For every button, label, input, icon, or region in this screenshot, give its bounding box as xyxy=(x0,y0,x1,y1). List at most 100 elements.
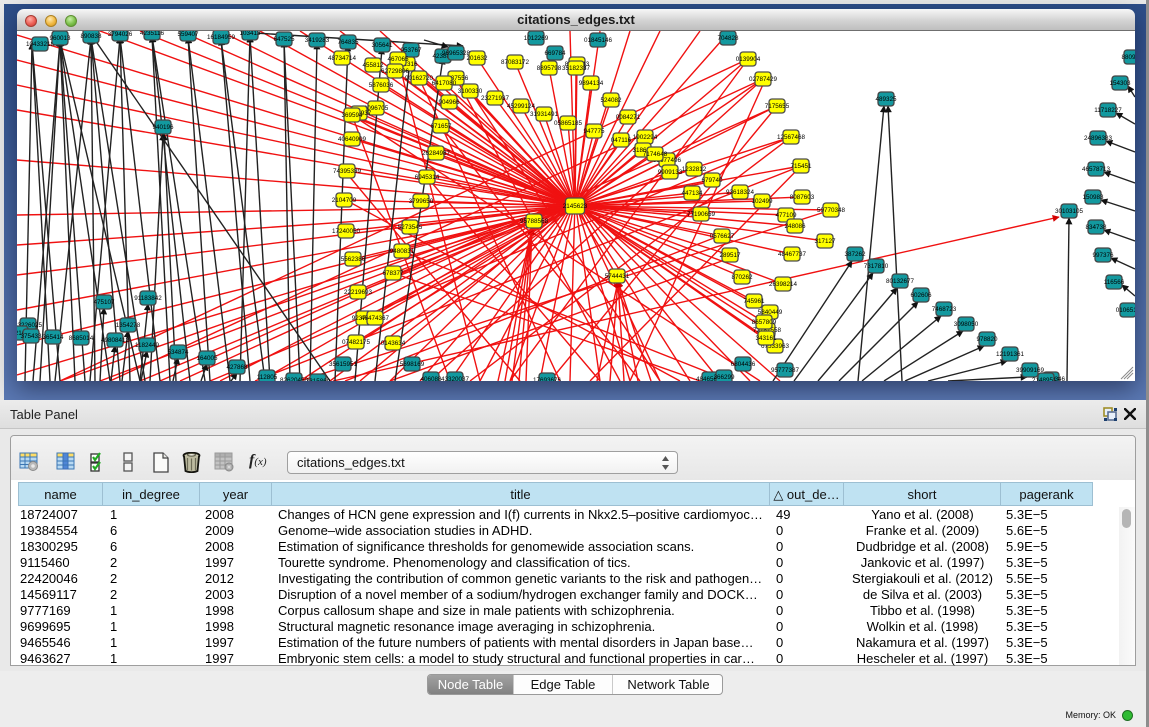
svg-text:6417080: 6417080 xyxy=(432,80,457,87)
svg-text:102499: 102499 xyxy=(751,198,773,205)
svg-text:77190659: 77190659 xyxy=(687,211,716,218)
svg-text:7175655: 7175655 xyxy=(765,103,790,110)
svg-text:3100330: 3100330 xyxy=(458,88,483,95)
svg-text:8895798: 8895798 xyxy=(537,65,562,72)
svg-text:669784: 669784 xyxy=(544,50,566,57)
svg-text:46474367: 46474367 xyxy=(361,315,390,322)
svg-text:947775: 947775 xyxy=(583,128,605,135)
svg-text:427868: 427868 xyxy=(226,364,248,371)
svg-text:4235116: 4235116 xyxy=(140,31,165,37)
svg-text:8685014: 8685014 xyxy=(69,335,94,342)
svg-text:9909133: 9909133 xyxy=(658,169,683,176)
svg-text:305641: 305641 xyxy=(371,42,393,49)
svg-text:95788568: 95788568 xyxy=(520,218,549,225)
svg-text:602606: 602606 xyxy=(910,292,932,299)
svg-text:365414: 365414 xyxy=(42,334,64,341)
svg-text:671657: 671657 xyxy=(430,123,452,130)
svg-text:3799650: 3799650 xyxy=(409,198,434,205)
svg-text:387262: 387262 xyxy=(844,251,866,258)
svg-text:26398214: 26398214 xyxy=(769,281,798,288)
svg-text:11718227: 11718227 xyxy=(1094,107,1122,114)
svg-text:1902294: 1902294 xyxy=(633,134,658,141)
svg-text:0084271: 0084271 xyxy=(616,114,641,121)
svg-text:369594: 369594 xyxy=(341,112,363,119)
svg-text:406088: 406088 xyxy=(420,376,442,381)
svg-text:8657809: 8657809 xyxy=(752,319,777,326)
svg-text:21489513: 21489513 xyxy=(1032,377,1061,381)
svg-text:3419283: 3419283 xyxy=(305,37,330,44)
svg-text:59770348: 59770348 xyxy=(817,207,846,214)
svg-text:3315869: 3315869 xyxy=(306,378,331,381)
svg-text:93618324: 93618324 xyxy=(726,189,755,196)
svg-text:5562386: 5562386 xyxy=(341,256,366,263)
svg-text:112805: 112805 xyxy=(257,374,278,381)
svg-text:150983: 150983 xyxy=(1082,194,1104,201)
svg-text:477109: 477109 xyxy=(775,212,797,219)
svg-text:5698169: 5698169 xyxy=(400,361,425,368)
svg-text:1182449: 1182449 xyxy=(135,342,160,349)
svg-text:764835: 764835 xyxy=(337,39,359,46)
svg-text:22219693: 22219693 xyxy=(344,289,373,296)
svg-text:3098050: 3098050 xyxy=(954,321,979,328)
svg-text:17693676: 17693676 xyxy=(533,377,562,381)
svg-text:5273545: 5273545 xyxy=(398,224,423,231)
svg-text:559407: 559407 xyxy=(177,31,199,38)
svg-text:366299: 366299 xyxy=(713,374,735,381)
svg-text:997376: 997376 xyxy=(1092,252,1114,259)
svg-text:1232812: 1232812 xyxy=(682,166,707,173)
svg-text:447134: 447134 xyxy=(681,190,703,197)
svg-text:6945314: 6945314 xyxy=(415,174,440,181)
svg-text:870262: 870262 xyxy=(731,274,753,281)
svg-text:80132677: 80132677 xyxy=(886,278,915,285)
svg-text:0139904: 0139904 xyxy=(736,56,761,63)
svg-text:201632: 201632 xyxy=(466,55,488,62)
svg-text:745961: 745961 xyxy=(743,298,765,305)
svg-text:679740: 679740 xyxy=(701,177,723,184)
svg-text:289517: 289517 xyxy=(719,252,741,259)
svg-text:16184959: 16184959 xyxy=(207,34,236,41)
svg-text:1012269: 1012269 xyxy=(524,35,549,42)
svg-text:0576627: 0576627 xyxy=(710,233,735,240)
svg-text:7317810: 7317810 xyxy=(864,263,889,270)
svg-text:01845146: 01845146 xyxy=(584,37,613,44)
svg-text:49808412: 49808412 xyxy=(101,337,130,344)
svg-text:103413: 103413 xyxy=(239,31,261,37)
svg-text:10433218: 10433218 xyxy=(26,41,55,48)
svg-text:95777387: 95777387 xyxy=(771,367,800,374)
svg-text:678377: 678377 xyxy=(382,270,404,277)
svg-text:9480831: 9480831 xyxy=(390,248,415,255)
svg-text:880957: 880957 xyxy=(1121,54,1135,61)
svg-text:164005: 164005 xyxy=(196,355,218,362)
svg-text:12567468: 12567468 xyxy=(777,134,806,141)
svg-text:475107: 475107 xyxy=(93,299,115,306)
svg-text:43320037: 43320037 xyxy=(441,376,470,381)
svg-text:3794026: 3794026 xyxy=(108,31,133,38)
svg-text:9894134: 9894134 xyxy=(579,80,604,87)
svg-text:0143634: 0143634 xyxy=(381,340,406,347)
svg-text:46578713: 46578713 xyxy=(1082,166,1111,173)
svg-text:02787429: 02787429 xyxy=(749,76,778,83)
svg-text:890838: 890838 xyxy=(80,33,102,40)
svg-text:116566: 116566 xyxy=(1104,279,1125,286)
svg-text:960013: 960013 xyxy=(49,35,71,42)
svg-text:248086: 248086 xyxy=(784,223,806,230)
svg-text:62729806: 62729806 xyxy=(381,68,410,75)
svg-text:904966: 904966 xyxy=(438,99,460,106)
svg-text:7174648: 7174648 xyxy=(643,151,668,158)
svg-text:524082: 524082 xyxy=(600,97,622,104)
svg-text:35615951: 35615951 xyxy=(329,361,358,368)
svg-text:647525: 647525 xyxy=(273,36,295,43)
svg-text:87083172: 87083172 xyxy=(501,59,530,66)
svg-text:23271937: 23271937 xyxy=(481,95,510,102)
svg-text:0106513: 0106513 xyxy=(1116,307,1135,314)
svg-text:154303: 154303 xyxy=(1109,80,1131,87)
svg-text:90162720: 90162720 xyxy=(405,75,434,82)
svg-text:940196: 940196 xyxy=(152,124,174,131)
svg-text:715451: 715451 xyxy=(790,163,812,170)
svg-text:534874: 534874 xyxy=(167,349,189,356)
svg-text:7468723: 7468723 xyxy=(932,306,957,313)
svg-text:343161: 343161 xyxy=(755,335,777,342)
svg-text:1354278: 1354278 xyxy=(116,322,141,329)
svg-text:17240050: 17240050 xyxy=(332,228,361,235)
svg-text:45299124: 45299124 xyxy=(507,103,536,110)
